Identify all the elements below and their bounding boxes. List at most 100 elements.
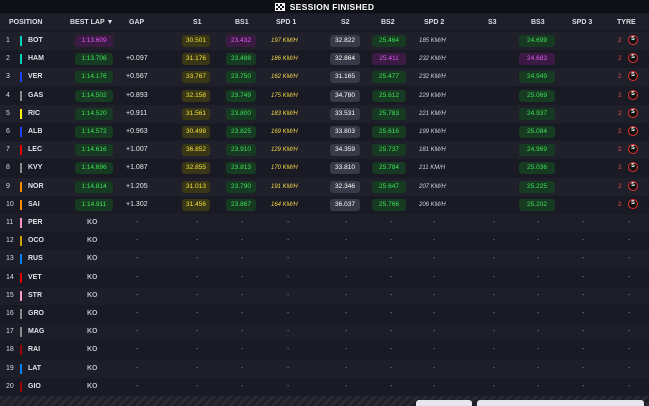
best-sector-2-time: 25.464 [372, 35, 406, 47]
sector-1-time: 30.501 [182, 35, 210, 47]
col-bs3[interactable]: BS3 [531, 19, 545, 26]
footer-button-left[interactable] [416, 400, 472, 406]
team-color-bar [20, 199, 22, 210]
table-row[interactable]: 15 STR KO - - - - - - - - - - - [0, 286, 649, 305]
gap-value: +0.097 [126, 55, 148, 63]
driver-name: RUS [28, 255, 43, 263]
empty-value: - [582, 291, 585, 299]
team-color-bar [20, 218, 22, 228]
speed-trap-2: 229 KM/H [419, 92, 446, 99]
sector-2-time: 36.037 [330, 198, 360, 211]
table-row[interactable]: 3 VER 1:14.176 +0.567 33.767 23.750 162 KM/H 31… [0, 68, 649, 87]
col-tyre[interactable]: TYRE [617, 19, 636, 26]
empty-value: - [537, 328, 540, 336]
best-sector-1-time: 23.432 [226, 35, 256, 47]
table-row[interactable]: 14 VET KO - - - - - - - - - - - [0, 268, 649, 287]
table-row[interactable]: 4 GAS 1:14.502 +0.893 32.158 23.749 175 KM/H 34… [0, 86, 649, 105]
empty-value: - [628, 328, 631, 336]
empty-value: - [241, 364, 244, 372]
empty-value: - [433, 364, 436, 372]
empty-value: - [582, 364, 585, 372]
table-row[interactable]: 8 KVY 1:14.696 +1.087 32.855 23.813 170 KM/H 33… [0, 159, 649, 178]
empty-value: - [582, 255, 585, 263]
empty-value: - [582, 310, 585, 317]
row-position: 17 [6, 328, 14, 336]
empty-value: - [345, 291, 348, 299]
empty-value: - [390, 328, 393, 336]
table-row[interactable]: 19 LAT KO - - - - - - - - - - - [0, 359, 649, 378]
team-color-bar [20, 72, 22, 83]
table-row[interactable]: 17 MAG KO - - - - - - - - - - - [0, 323, 649, 342]
gap-value: +0.567 [126, 73, 148, 81]
knocked-out-status: KO [87, 291, 98, 299]
row-position: 3 [6, 73, 10, 81]
empty-value: - [433, 328, 436, 336]
col-s3[interactable]: S3 [488, 19, 497, 26]
empty-value: - [196, 310, 199, 317]
team-color-bar [20, 381, 22, 392]
speed-trap-1: 191 KM/H [271, 183, 298, 190]
col-spd2[interactable]: SPD 2 [424, 19, 444, 26]
tyre-laps: 2 [618, 200, 622, 208]
row-position: 2 [6, 55, 10, 63]
empty-value: - [345, 255, 348, 263]
tyre-laps: 2 [618, 128, 622, 135]
empty-value: - [241, 346, 244, 354]
table-row[interactable]: 2 HAM 1:13.706 +0.097 31.176 23.488 186 KM/H 32… [0, 50, 649, 69]
checkered-flag-icon [274, 2, 285, 11]
empty-value: - [287, 219, 290, 226]
empty-value: - [493, 328, 496, 336]
row-position: 7 [6, 146, 10, 154]
driver-name: GIO [28, 382, 41, 390]
row-position: 8 [6, 164, 10, 172]
col-bs2[interactable]: BS2 [381, 19, 395, 26]
driver-name: HAM [28, 55, 44, 63]
table-row[interactable]: 7 LEC 1:14.616 +1.007 36.852 23.910 129 KM/H 34… [0, 141, 649, 160]
knocked-out-status: KO [87, 255, 98, 263]
table-row[interactable]: 10 SAI 1:14.911 +1.302 31.456 23.867 164 KM/H 3… [0, 195, 649, 214]
empty-value: - [345, 219, 348, 226]
row-position: 20 [6, 382, 14, 390]
best-sector-1-time: 23.825 [226, 126, 256, 138]
table-row[interactable]: 6 ALB 1:14.572 +0.963 30.498 23.825 169 KM/H 33… [0, 123, 649, 141]
col-spd3[interactable]: SPD 3 [572, 19, 592, 26]
team-color-bar [20, 54, 22, 65]
empty-value: - [493, 237, 496, 245]
table-row[interactable]: 20 GIO KO - - - - - - - - - - - [0, 377, 649, 396]
empty-value: - [628, 310, 631, 317]
empty-value: - [433, 237, 436, 245]
table-row[interactable]: 18 RAI KO - - - - - - - - - - - [0, 341, 649, 360]
table-row[interactable]: 16 GRO KO - - - - - - - - - - - [0, 305, 649, 323]
table-row[interactable]: 11 PER KO - - - - - - - - - - - [0, 214, 649, 232]
best-lap-time: 1:14.572 [75, 126, 113, 138]
best-sector-1-time: 23.910 [226, 144, 256, 157]
empty-value: - [136, 255, 139, 263]
table-row[interactable]: 5 RIC 1:14.520 +0.911 31.561 23.800 183 KM/H 33… [0, 104, 649, 123]
driver-name: LAT [28, 364, 42, 372]
col-s1[interactable]: S1 [193, 19, 202, 26]
empty-value: - [196, 273, 199, 281]
col-position[interactable]: POSITION [9, 19, 42, 26]
table-row[interactable]: 13 RUS KO - - - - - - - - - - - [0, 250, 649, 269]
knocked-out-status: KO [87, 273, 98, 281]
empty-value: - [582, 219, 585, 226]
empty-value: - [390, 291, 393, 299]
empty-value: - [493, 310, 496, 317]
best-sector-1-time: 23.750 [226, 71, 256, 84]
col-gap[interactable]: GAP [129, 19, 144, 26]
row-position: 11 [6, 219, 14, 226]
soft-tyre-icon: S [628, 71, 638, 82]
table-row[interactable]: 9 NOR 1:14.814 +1.205 31.013 23.790 191 KM/H 32… [0, 177, 649, 196]
empty-value: - [433, 310, 436, 317]
footer-button-right[interactable] [477, 400, 644, 406]
empty-value: - [287, 291, 290, 299]
col-spd1[interactable]: SPD 1 [276, 19, 296, 26]
col-best-lap[interactable]: BEST LAP ▼ [70, 19, 113, 26]
soft-tyre-icon: S [628, 126, 638, 136]
col-bs1[interactable]: BS1 [235, 19, 249, 26]
driver-name: RAI [28, 346, 41, 354]
table-row[interactable]: 12 OCO KO - - - - - - - - - - - [0, 232, 649, 251]
driver-name: GAS [28, 91, 44, 99]
table-row[interactable]: 1 BOT 1:13.609 30.501 23.432 197 KM/H 32.822 25… [0, 32, 649, 50]
col-s2[interactable]: S2 [341, 19, 350, 26]
